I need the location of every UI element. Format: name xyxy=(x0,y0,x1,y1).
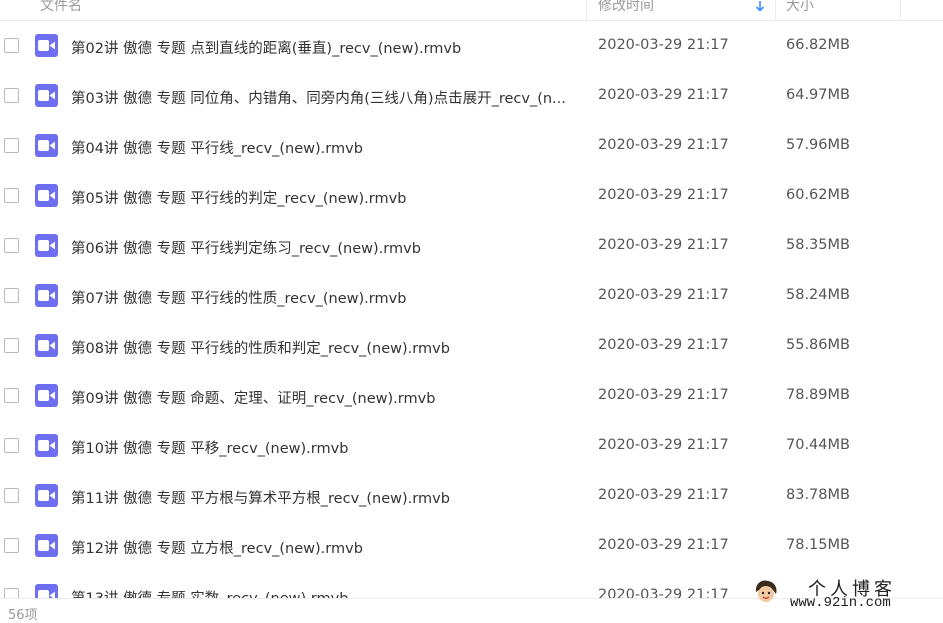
file-row[interactable]: 第05讲 傲德 专题 平行线的判定_recv_(new).rmvb 2020-03… xyxy=(0,171,943,221)
file-name[interactable]: 第08讲 傲德 专题 平行线的性质和判定_recv_(new).rmvb xyxy=(71,337,576,358)
file-modified-time: 2020-03-29 21:17 xyxy=(598,37,729,53)
row-checkbox[interactable] xyxy=(4,488,19,503)
column-header: 文件名 修改时间 大小 xyxy=(0,0,943,21)
file-name[interactable]: 第04讲 傲德 专题 平行线_recv_(new).rmvb xyxy=(71,137,576,158)
column-divider[interactable] xyxy=(775,0,776,20)
file-name[interactable]: 第05讲 傲德 专题 平行线的判定_recv_(new).rmvb xyxy=(71,187,576,208)
video-file-icon xyxy=(35,284,58,307)
file-modified-time: 2020-03-29 21:17 xyxy=(598,387,729,403)
file-list: 第02讲 傲德 专题 点到直线的距离(垂直)_recv_(new).rmvb 20… xyxy=(0,21,943,598)
video-file-icon xyxy=(35,334,58,357)
file-size: 70.44MB xyxy=(786,437,850,453)
file-modified-time: 2020-03-29 21:17 xyxy=(598,237,729,253)
file-name[interactable]: 第06讲 傲德 专题 平行线判定练习_recv_(new).rmvb xyxy=(71,237,576,258)
file-modified-time: 2020-03-29 21:17 xyxy=(598,137,729,153)
file-row[interactable]: 第10讲 傲德 专题 平移_recv_(new).rmvb 2020-03-29 … xyxy=(0,421,943,471)
row-checkbox[interactable] xyxy=(4,138,19,153)
file-row[interactable]: 第12讲 傲德 专题 立方根_recv_(new).rmvb 2020-03-29… xyxy=(0,521,943,571)
file-size: 78.15MB xyxy=(786,537,850,553)
video-file-icon xyxy=(35,534,58,557)
file-size: 60.62MB xyxy=(786,187,850,203)
video-file-icon xyxy=(35,134,58,157)
row-checkbox[interactable] xyxy=(4,388,19,403)
file-name[interactable]: 第13讲 傲德 专题 实数_recv_(new).rmvb xyxy=(71,587,576,598)
file-size: 78.89MB xyxy=(786,387,850,403)
video-file-icon xyxy=(35,434,58,457)
file-size: 58.24MB xyxy=(786,287,850,303)
file-modified-time: 2020-03-29 21:17 xyxy=(598,487,729,503)
file-name[interactable]: 第07讲 傲德 专题 平行线的性质_recv_(new).rmvb xyxy=(71,287,576,308)
avatar-icon xyxy=(752,578,780,606)
row-checkbox[interactable] xyxy=(4,188,19,203)
row-checkbox[interactable] xyxy=(4,588,19,598)
file-name[interactable]: 第12讲 傲德 专题 立方根_recv_(new).rmvb xyxy=(71,537,576,558)
video-file-icon xyxy=(35,584,58,598)
column-modified-header[interactable]: 修改时间 xyxy=(598,0,654,15)
row-checkbox[interactable] xyxy=(4,538,19,553)
file-row[interactable]: 第02讲 傲德 专题 点到直线的距离(垂直)_recv_(new).rmvb 20… xyxy=(0,21,943,71)
sort-down-icon[interactable] xyxy=(755,0,765,12)
file-row[interactable]: 第04讲 傲德 专题 平行线_recv_(new).rmvb 2020-03-29… xyxy=(0,121,943,171)
file-size: 66.82MB xyxy=(786,37,850,53)
file-name[interactable]: 第09讲 傲德 专题 命题、定理、证明_recv_(new).rmvb xyxy=(71,387,576,408)
file-row[interactable]: 第11讲 傲德 专题 平方根与算术平方根_recv_(new).rmvb 2020… xyxy=(0,471,943,521)
file-size: 57.96MB xyxy=(786,137,850,153)
video-file-icon xyxy=(35,234,58,257)
file-size: 55.86MB xyxy=(786,337,850,353)
video-file-icon xyxy=(35,84,58,107)
video-file-icon xyxy=(35,34,58,57)
column-divider[interactable] xyxy=(586,0,587,20)
file-modified-time: 2020-03-29 21:17 xyxy=(598,287,729,303)
file-modified-time: 2020-03-29 21:17 xyxy=(598,87,729,103)
item-count: 56项 xyxy=(8,608,38,623)
file-row[interactable]: 第03讲 傲德 专题 同位角、内错角、同旁内角(三线八角)点击展开_recv_(… xyxy=(0,71,943,121)
column-size-header[interactable]: 大小 xyxy=(786,0,814,15)
file-name[interactable]: 第02讲 傲德 专题 点到直线的距离(垂直)_recv_(new).rmvb xyxy=(71,37,576,58)
row-checkbox[interactable] xyxy=(4,238,19,253)
video-file-icon xyxy=(35,484,58,507)
row-checkbox[interactable] xyxy=(4,38,19,53)
row-checkbox[interactable] xyxy=(4,288,19,303)
file-size: 58.35MB xyxy=(786,237,850,253)
file-row[interactable]: 第08讲 傲德 专题 平行线的性质和判定_recv_(new).rmvb 2020… xyxy=(0,321,943,371)
column-divider[interactable] xyxy=(900,0,901,20)
file-row[interactable]: 第09讲 傲德 专题 命题、定理、证明_recv_(new).rmvb 2020-… xyxy=(0,371,943,421)
file-name[interactable]: 第03讲 傲德 专题 同位角、内错角、同旁内角(三线八角)点击展开_recv_(… xyxy=(71,87,576,108)
row-checkbox[interactable] xyxy=(4,438,19,453)
file-modified-time: 2020-03-29 21:17 xyxy=(598,537,729,553)
file-name[interactable]: 第11讲 傲德 专题 平方根与算术平方根_recv_(new).rmvb xyxy=(71,487,576,508)
file-modified-time: 2020-03-29 21:17 xyxy=(598,187,729,203)
file-name[interactable]: 第10讲 傲德 专题 平移_recv_(new).rmvb xyxy=(71,437,576,458)
watermark: 个人博客 www.92in.com xyxy=(750,572,940,612)
video-file-icon xyxy=(35,384,58,407)
row-checkbox[interactable] xyxy=(4,338,19,353)
file-size: 64.97MB xyxy=(786,87,850,103)
watermark-url: www.92in.com xyxy=(790,595,891,611)
row-checkbox[interactable] xyxy=(4,88,19,103)
file-modified-time: 2020-03-29 21:17 xyxy=(598,587,729,598)
file-modified-time: 2020-03-29 21:17 xyxy=(598,437,729,453)
file-size: 83.78MB xyxy=(786,487,850,503)
file-row[interactable]: 第07讲 傲德 专题 平行线的性质_recv_(new).rmvb 2020-03… xyxy=(0,271,943,321)
column-name-header[interactable]: 文件名 xyxy=(40,0,82,15)
file-modified-time: 2020-03-29 21:17 xyxy=(598,337,729,353)
file-row[interactable]: 第06讲 傲德 专题 平行线判定练习_recv_(new).rmvb 2020-0… xyxy=(0,221,943,271)
video-file-icon xyxy=(35,184,58,207)
